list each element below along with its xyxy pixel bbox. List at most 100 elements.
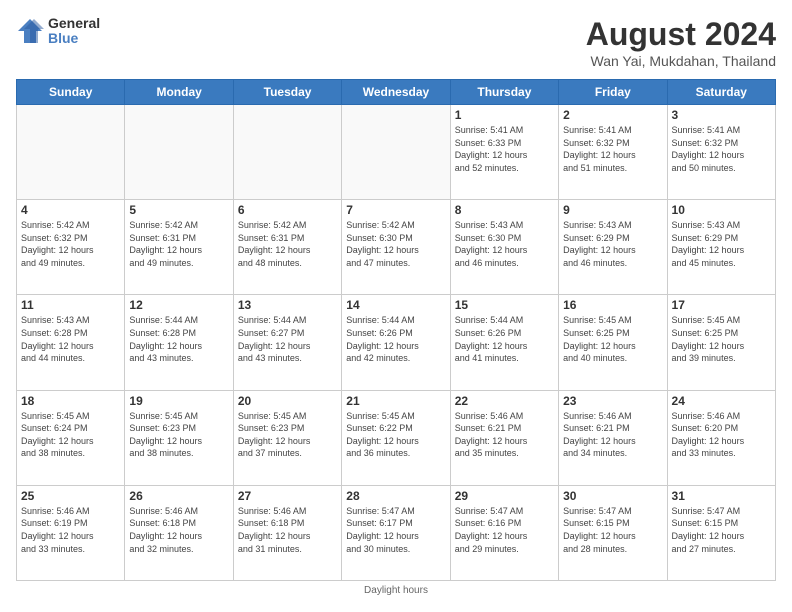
day-info: Sunrise: 5:45 AM Sunset: 6:23 PM Dayligh…	[238, 410, 337, 460]
day-number: 31	[672, 489, 771, 503]
day-number: 22	[455, 394, 554, 408]
day-number: 14	[346, 298, 445, 312]
day-info: Sunrise: 5:44 AM Sunset: 6:26 PM Dayligh…	[346, 314, 445, 364]
calendar-cell: 11 Sunrise: 5:43 AM Sunset: 6:28 PM Dayli…	[17, 295, 125, 390]
calendar-cell: 19 Sunrise: 5:45 AM Sunset: 6:23 PM Dayli…	[125, 390, 233, 485]
calendar-cell: 3 Sunrise: 5:41 AM Sunset: 6:32 PM Daylig…	[667, 105, 775, 200]
col-friday: Friday	[559, 80, 667, 105]
day-number: 1	[455, 108, 554, 122]
calendar-header: Sunday Monday Tuesday Wednesday Thursday…	[17, 80, 776, 105]
day-info: Sunrise: 5:47 AM Sunset: 6:16 PM Dayligh…	[455, 505, 554, 555]
calendar-cell	[125, 105, 233, 200]
calendar-cell: 24 Sunrise: 5:46 AM Sunset: 6:20 PM Dayli…	[667, 390, 775, 485]
calendar-cell: 6 Sunrise: 5:42 AM Sunset: 6:31 PM Daylig…	[233, 200, 341, 295]
col-thursday: Thursday	[450, 80, 558, 105]
day-number: 8	[455, 203, 554, 217]
day-number: 17	[672, 298, 771, 312]
header: General Blue August 2024 Wan Yai, Mukdah…	[16, 16, 776, 69]
logo-general: General	[48, 16, 100, 31]
day-info: Sunrise: 5:45 AM Sunset: 6:25 PM Dayligh…	[563, 314, 662, 364]
calendar-cell: 18Sunrise: 5:45 AM Sunset: 6:24 PM Dayli…	[17, 390, 125, 485]
calendar-cell: 7Sunrise: 5:42 AM Sunset: 6:30 PM Daylig…	[342, 200, 450, 295]
calendar-cell	[233, 105, 341, 200]
calendar-cell: 8 Sunrise: 5:43 AM Sunset: 6:30 PM Daylig…	[450, 200, 558, 295]
calendar-week-3: 11 Sunrise: 5:43 AM Sunset: 6:28 PM Dayli…	[17, 295, 776, 390]
logo-text: General Blue	[48, 16, 100, 47]
calendar-cell: 27 Sunrise: 5:46 AM Sunset: 6:18 PM Dayli…	[233, 485, 341, 580]
calendar-cell: 21Sunrise: 5:45 AM Sunset: 6:22 PM Dayli…	[342, 390, 450, 485]
calendar-cell: 14 Sunrise: 5:44 AM Sunset: 6:26 PM Dayli…	[342, 295, 450, 390]
day-number: 24	[672, 394, 771, 408]
day-info: Sunrise: 5:46 AM Sunset: 6:21 PM Dayligh…	[455, 410, 554, 460]
day-info: Sunrise: 5:47 AM Sunset: 6:15 PM Dayligh…	[563, 505, 662, 555]
day-info: Sunrise: 5:41 AM Sunset: 6:32 PM Dayligh…	[672, 124, 771, 174]
main-title: August 2024	[586, 16, 776, 53]
calendar-cell: 2 Sunrise: 5:41 AM Sunset: 6:32 PM Daylig…	[559, 105, 667, 200]
day-info: Sunrise: 5:44 AM Sunset: 6:27 PM Dayligh…	[238, 314, 337, 364]
calendar-cell: 15Sunrise: 5:44 AM Sunset: 6:26 PM Dayli…	[450, 295, 558, 390]
page: General Blue August 2024 Wan Yai, Mukdah…	[0, 0, 792, 612]
calendar-cell: 16Sunrise: 5:45 AM Sunset: 6:25 PM Dayli…	[559, 295, 667, 390]
day-info: Sunrise: 5:44 AM Sunset: 6:26 PM Dayligh…	[455, 314, 554, 364]
calendar-cell	[17, 105, 125, 200]
title-block: August 2024 Wan Yai, Mukdahan, Thailand	[586, 16, 776, 69]
day-info: Sunrise: 5:41 AM Sunset: 6:32 PM Dayligh…	[563, 124, 662, 174]
day-number: 12	[129, 298, 228, 312]
day-info: Sunrise: 5:46 AM Sunset: 6:18 PM Dayligh…	[238, 505, 337, 555]
day-number: 25	[21, 489, 120, 503]
day-number: 27	[238, 489, 337, 503]
day-number: 5	[129, 203, 228, 217]
calendar-cell: 4 Sunrise: 5:42 AM Sunset: 6:32 PM Daylig…	[17, 200, 125, 295]
day-info: Sunrise: 5:42 AM Sunset: 6:31 PM Dayligh…	[238, 219, 337, 269]
day-info: Sunrise: 5:43 AM Sunset: 6:30 PM Dayligh…	[455, 219, 554, 269]
day-number: 3	[672, 108, 771, 122]
calendar-cell: 26Sunrise: 5:46 AM Sunset: 6:18 PM Dayli…	[125, 485, 233, 580]
calendar-week-1: 1Sunrise: 5:41 AM Sunset: 6:33 PM Daylig…	[17, 105, 776, 200]
day-info: Sunrise: 5:44 AM Sunset: 6:28 PM Dayligh…	[129, 314, 228, 364]
col-wednesday: Wednesday	[342, 80, 450, 105]
day-info: Sunrise: 5:42 AM Sunset: 6:30 PM Dayligh…	[346, 219, 445, 269]
day-number: 10	[672, 203, 771, 217]
calendar-table: Sunday Monday Tuesday Wednesday Thursday…	[16, 79, 776, 581]
day-info: Sunrise: 5:45 AM Sunset: 6:23 PM Dayligh…	[129, 410, 228, 460]
calendar-week-4: 18Sunrise: 5:45 AM Sunset: 6:24 PM Dayli…	[17, 390, 776, 485]
day-info: Sunrise: 5:46 AM Sunset: 6:20 PM Dayligh…	[672, 410, 771, 460]
header-row: Sunday Monday Tuesday Wednesday Thursday…	[17, 80, 776, 105]
footer-note: Daylight hours	[16, 585, 776, 596]
calendar-cell: 10 Sunrise: 5:43 AM Sunset: 6:29 PM Dayli…	[667, 200, 775, 295]
calendar-cell: 5Sunrise: 5:42 AM Sunset: 6:31 PM Daylig…	[125, 200, 233, 295]
day-number: 2	[563, 108, 662, 122]
col-saturday: Saturday	[667, 80, 775, 105]
day-info: Sunrise: 5:47 AM Sunset: 6:15 PM Dayligh…	[672, 505, 771, 555]
logo-icon	[16, 17, 44, 45]
calendar-cell: 12 Sunrise: 5:44 AM Sunset: 6:28 PM Dayli…	[125, 295, 233, 390]
day-info: Sunrise: 5:46 AM Sunset: 6:19 PM Dayligh…	[21, 505, 120, 555]
day-number: 13	[238, 298, 337, 312]
day-number: 30	[563, 489, 662, 503]
day-number: 6	[238, 203, 337, 217]
day-number: 19	[129, 394, 228, 408]
calendar-cell: 13 Sunrise: 5:44 AM Sunset: 6:27 PM Dayli…	[233, 295, 341, 390]
calendar-cell: 30 Sunrise: 5:47 AM Sunset: 6:15 PM Dayli…	[559, 485, 667, 580]
day-number: 26	[129, 489, 228, 503]
day-number: 4	[21, 203, 120, 217]
calendar-cell: 9Sunrise: 5:43 AM Sunset: 6:29 PM Daylig…	[559, 200, 667, 295]
day-info: Sunrise: 5:43 AM Sunset: 6:29 PM Dayligh…	[672, 219, 771, 269]
calendar-cell: 23Sunrise: 5:46 AM Sunset: 6:21 PM Dayli…	[559, 390, 667, 485]
calendar-body: 1Sunrise: 5:41 AM Sunset: 6:33 PM Daylig…	[17, 105, 776, 581]
calendar-cell: 31 Sunrise: 5:47 AM Sunset: 6:15 PM Dayli…	[667, 485, 775, 580]
day-number: 29	[455, 489, 554, 503]
logo-blue: Blue	[48, 31, 100, 46]
calendar-week-5: 25 Sunrise: 5:46 AM Sunset: 6:19 PM Dayli…	[17, 485, 776, 580]
subtitle: Wan Yai, Mukdahan, Thailand	[586, 53, 776, 69]
calendar-cell: 1Sunrise: 5:41 AM Sunset: 6:33 PM Daylig…	[450, 105, 558, 200]
calendar-week-2: 4 Sunrise: 5:42 AM Sunset: 6:32 PM Daylig…	[17, 200, 776, 295]
logo: General Blue	[16, 16, 100, 47]
calendar-cell: 28Sunrise: 5:47 AM Sunset: 6:17 PM Dayli…	[342, 485, 450, 580]
calendar-cell: 17Sunrise: 5:45 AM Sunset: 6:25 PM Dayli…	[667, 295, 775, 390]
day-number: 11	[21, 298, 120, 312]
day-info: Sunrise: 5:42 AM Sunset: 6:32 PM Dayligh…	[21, 219, 120, 269]
day-info: Sunrise: 5:43 AM Sunset: 6:28 PM Dayligh…	[21, 314, 120, 364]
day-number: 18	[21, 394, 120, 408]
calendar-cell: 20Sunrise: 5:45 AM Sunset: 6:23 PM Dayli…	[233, 390, 341, 485]
